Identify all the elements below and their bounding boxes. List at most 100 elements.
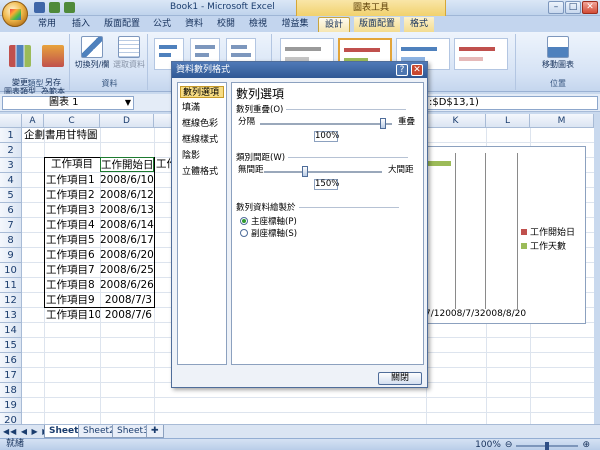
overlap-slider-track[interactable]	[260, 123, 392, 125]
tab-design[interactable]: 設計	[318, 17, 350, 32]
task-name-cell[interactable]: 工作項目7	[46, 263, 100, 278]
row-header[interactable]: 9	[0, 248, 22, 263]
nav-3d-format[interactable]: 立體格式	[180, 166, 224, 178]
task-start-cell[interactable]: 2008/6/26	[100, 278, 154, 293]
insert-sheet-icon[interactable]: ✚	[146, 425, 164, 438]
select-all-corner[interactable]	[0, 114, 22, 128]
task-start-cell[interactable]: 2008/7/6	[100, 308, 154, 323]
chart-bar-segment[interactable]	[425, 161, 451, 166]
task-name-cell[interactable]: 工作項目2	[46, 188, 100, 203]
task-start-cell[interactable]: 2008/6/10	[100, 173, 154, 188]
column-header-k[interactable]: K	[426, 114, 486, 128]
column-header-l[interactable]: L	[486, 114, 530, 128]
close-icon[interactable]: ✕	[582, 1, 598, 14]
tab-format[interactable]: 格式	[404, 17, 434, 32]
name-box[interactable]: 圖表 1 ▼	[2, 96, 134, 110]
row-header[interactable]: 7	[0, 218, 22, 233]
gap-slider-track[interactable]	[264, 171, 382, 173]
overlap-value-input[interactable]: 100%	[314, 131, 339, 142]
task-start-cell[interactable]: 2008/6/25	[100, 263, 154, 278]
row-header[interactable]: 6	[0, 203, 22, 218]
row-header[interactable]: 5	[0, 188, 22, 203]
row-header[interactable]: 20	[0, 413, 22, 424]
row-header[interactable]: 19	[0, 398, 22, 413]
legend-item-start-date[interactable]: 工作開始日	[521, 225, 575, 238]
tab-page-layout[interactable]: 版面配置	[100, 17, 144, 32]
row-header[interactable]: 14	[0, 323, 22, 338]
column-header-c[interactable]: C	[44, 114, 100, 128]
header-task-item[interactable]: 工作項目	[44, 157, 100, 172]
column-header-a[interactable]: A	[22, 114, 44, 128]
maximize-icon[interactable]: □	[565, 1, 581, 14]
row-header[interactable]: 4	[0, 173, 22, 188]
task-name-cell[interactable]: 工作項目3	[46, 203, 100, 218]
row-header[interactable]: 15	[0, 338, 22, 353]
task-name-cell[interactable]: 工作項目4	[46, 218, 100, 233]
header-start-date[interactable]: 工作開始日	[100, 157, 154, 172]
formula-input[interactable]: :$D$13,1)	[426, 96, 598, 110]
task-start-cell[interactable]: 2008/6/13	[100, 203, 154, 218]
save-icon[interactable]	[34, 2, 45, 13]
tab-data[interactable]: 資料	[180, 17, 208, 32]
row-header[interactable]: 11	[0, 278, 22, 293]
task-start-cell[interactable]: 2008/6/14	[100, 218, 154, 233]
tab-chart-layout[interactable]: 版面配置	[354, 17, 400, 32]
row-header[interactable]: 12	[0, 293, 22, 308]
task-name-cell[interactable]: 工作項目10	[46, 308, 100, 323]
nav-border-style[interactable]: 框線樣式	[180, 134, 224, 146]
row-header[interactable]: 8	[0, 233, 22, 248]
column-header-d[interactable]: D	[100, 114, 154, 128]
nav-border-color[interactable]: 框線色彩	[180, 118, 224, 130]
task-name-cell[interactable]: 工作項目9	[46, 293, 100, 308]
row-header[interactable]: 18	[0, 383, 22, 398]
row-header[interactable]: 1	[0, 128, 22, 143]
help-icon[interactable]: ?	[396, 64, 408, 76]
office-button[interactable]	[2, 1, 28, 27]
row-header[interactable]: 2	[0, 143, 22, 158]
undo-icon[interactable]	[49, 2, 60, 13]
task-name-cell[interactable]: 工作項目1	[46, 173, 100, 188]
tab-insert[interactable]: 插入	[66, 17, 96, 32]
close-button[interactable]: 關閉	[378, 372, 422, 385]
tab-home[interactable]: 常用	[32, 17, 62, 32]
legend-item-duration[interactable]: 工作天數	[521, 239, 566, 252]
row-header[interactable]: 17	[0, 368, 22, 383]
nav-fill[interactable]: 填滿	[180, 102, 224, 114]
zoom-in-icon[interactable]: ⊕	[582, 440, 590, 450]
row-header[interactable]: 16	[0, 353, 22, 368]
nav-series-options[interactable]: 數列選項	[180, 86, 224, 98]
gap-value-input[interactable]: 150%	[314, 179, 339, 190]
secondary-axis-radio[interactable]: 副座標軸(S)	[240, 227, 297, 239]
tab-addins[interactable]: 增益集	[276, 17, 314, 32]
task-start-cell[interactable]: 2008/7/3	[100, 293, 154, 308]
tab-review[interactable]: 校閱	[212, 17, 240, 32]
task-name-cell[interactable]: 工作項目8	[46, 278, 100, 293]
redo-icon[interactable]	[64, 2, 75, 13]
row-header[interactable]: 13	[0, 308, 22, 323]
task-start-cell[interactable]: 2008/6/17	[100, 233, 154, 248]
tab-formulas[interactable]: 公式	[148, 17, 176, 32]
primary-axis-radio[interactable]: 主座標軸(P)	[240, 215, 297, 227]
zoom-level[interactable]: 100%	[475, 440, 501, 450]
gantt-chart[interactable]: 工作開始日 工作天數 7/12008/7/32008/8/20	[424, 146, 586, 324]
dialog-close-icon[interactable]: ✕	[411, 64, 423, 76]
zoom-slider-thumb[interactable]	[545, 441, 550, 450]
row-header[interactable]: 10	[0, 263, 22, 278]
sheet-title-cell[interactable]: 企劃書用甘特圖	[24, 128, 144, 143]
overlap-slider-thumb[interactable]	[380, 118, 386, 129]
style-thumb-red[interactable]	[454, 38, 508, 70]
chevron-down-icon[interactable]: ▼	[125, 97, 131, 109]
select-data-button[interactable]: 選取資料	[112, 36, 146, 69]
minimize-icon[interactable]: –	[548, 1, 564, 14]
task-name-cell[interactable]: 工作項目5	[46, 233, 100, 248]
task-start-cell[interactable]: 2008/6/20	[100, 248, 154, 263]
column-header-m[interactable]: M	[530, 114, 594, 128]
zoom-slider[interactable]	[516, 441, 579, 450]
zoom-out-icon[interactable]: ⊖	[505, 440, 513, 450]
gap-slider-thumb[interactable]	[302, 166, 308, 177]
nav-shadow[interactable]: 陰影	[180, 150, 224, 162]
tab-view[interactable]: 檢視	[244, 17, 272, 32]
row-header[interactable]: 3	[0, 158, 22, 173]
move-chart-button[interactable]: 移動圖表	[536, 36, 580, 69]
task-name-cell[interactable]: 工作項目6	[46, 248, 100, 263]
